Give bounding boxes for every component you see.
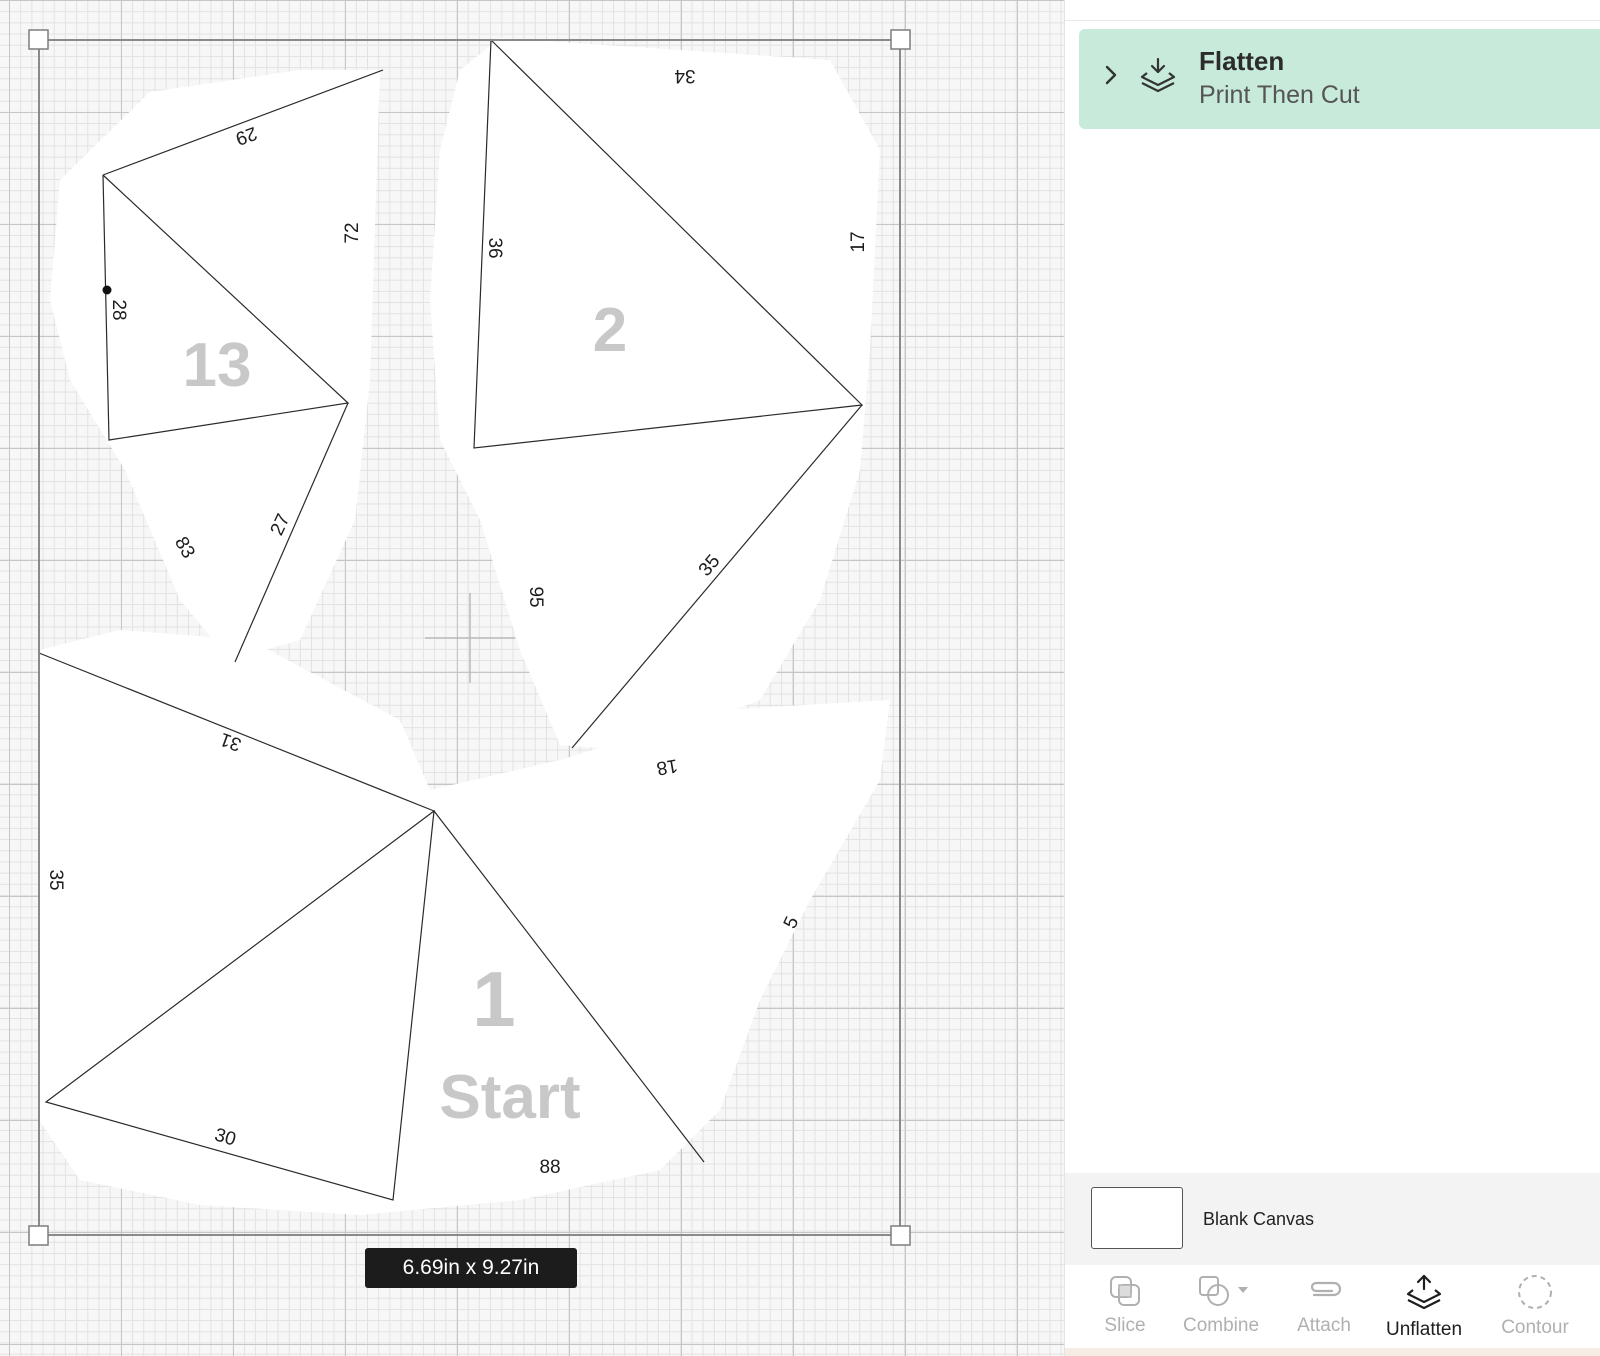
layers-panel: Flatten Print Then Cut Blank Canvas Slic… <box>1064 0 1600 1356</box>
resize-handle-top-left[interactable] <box>28 29 49 50</box>
unflatten-button[interactable]: Unflatten <box>1359 1265 1489 1345</box>
unflatten-icon <box>1406 1274 1442 1310</box>
panel-divider <box>1065 20 1600 21</box>
size-unit: in <box>522 1256 540 1279</box>
edge-number: 36 <box>484 237 505 258</box>
unflatten-label: Unflatten <box>1385 1319 1463 1340</box>
flattened-design[interactable]: 29 72 28 83 27 34 36 17 95 35 31 18 35 5… <box>0 0 1064 1356</box>
layer-row-flatten[interactable]: Flatten Print Then Cut <box>1079 29 1600 129</box>
piece-number-1: 1 <box>472 955 515 1043</box>
combine-icon <box>1199 1276 1248 1306</box>
layer-subtitle: Print Then Cut <box>1199 81 1360 109</box>
layer-title: Flatten <box>1199 46 1285 76</box>
canvas-thumbnail[interactable] <box>1091 1187 1183 1249</box>
slice-icon <box>1110 1276 1140 1306</box>
piece-2-background <box>430 38 880 750</box>
size-unit: in <box>443 1256 460 1279</box>
contour-icon <box>1518 1275 1552 1309</box>
flatten-icon <box>1140 57 1176 93</box>
combine-label: Combine <box>1182 1315 1260 1336</box>
design-canvas[interactable]: 29 72 28 83 27 34 36 17 95 35 31 18 35 5… <box>0 0 1064 1356</box>
contour-label: Contour <box>1501 1317 1569 1338</box>
edge-number: 17 <box>848 231 869 252</box>
start-label: Start <box>439 1063 580 1132</box>
canvas-label: Blank Canvas <box>1203 1209 1315 1229</box>
size-readout-badge: 6.69 in x 9.27 in <box>365 1248 577 1288</box>
chevron-down-icon <box>1238 1287 1248 1293</box>
attach-button[interactable]: Attach <box>1279 1265 1369 1345</box>
edge-number: 28 <box>108 299 129 320</box>
combine-button[interactable]: Combine <box>1169 1265 1273 1345</box>
attach-icon <box>1310 1281 1342 1297</box>
edge-number: 72 <box>342 222 363 243</box>
piece-number-2: 2 <box>593 296 627 365</box>
edge-number: 95 <box>525 586 546 607</box>
blank-canvas-row[interactable]: Blank Canvas <box>1065 1173 1600 1265</box>
contour-button[interactable]: Contour <box>1485 1265 1585 1345</box>
resize-handle-bottom-left[interactable] <box>28 1225 49 1246</box>
edge-number: 34 <box>674 65 696 86</box>
resize-handle-bottom-right[interactable] <box>890 1225 911 1246</box>
slice-button[interactable]: Slice <box>1087 1265 1163 1345</box>
edge-number: 35 <box>45 869 66 890</box>
edge-number: 18 <box>655 754 679 778</box>
piece-number-13: 13 <box>183 331 252 400</box>
chevron-right-icon[interactable] <box>1099 63 1123 87</box>
layer-actions-toolbar: Slice Combine Attach Unflatten Contour <box>1065 1265 1600 1345</box>
size-height: 9.27 <box>482 1256 523 1279</box>
size-width: 6.69 <box>402 1256 444 1279</box>
resize-handle-top-right[interactable] <box>890 29 911 50</box>
slice-label: Slice <box>1104 1315 1146 1336</box>
attach-label: Attach <box>1297 1315 1351 1336</box>
selection-center-crosshair <box>425 593 515 683</box>
anchor-point[interactable] <box>102 285 112 295</box>
edge-number: 88 <box>539 1157 560 1178</box>
panel-bottom-strip <box>1065 1348 1600 1356</box>
